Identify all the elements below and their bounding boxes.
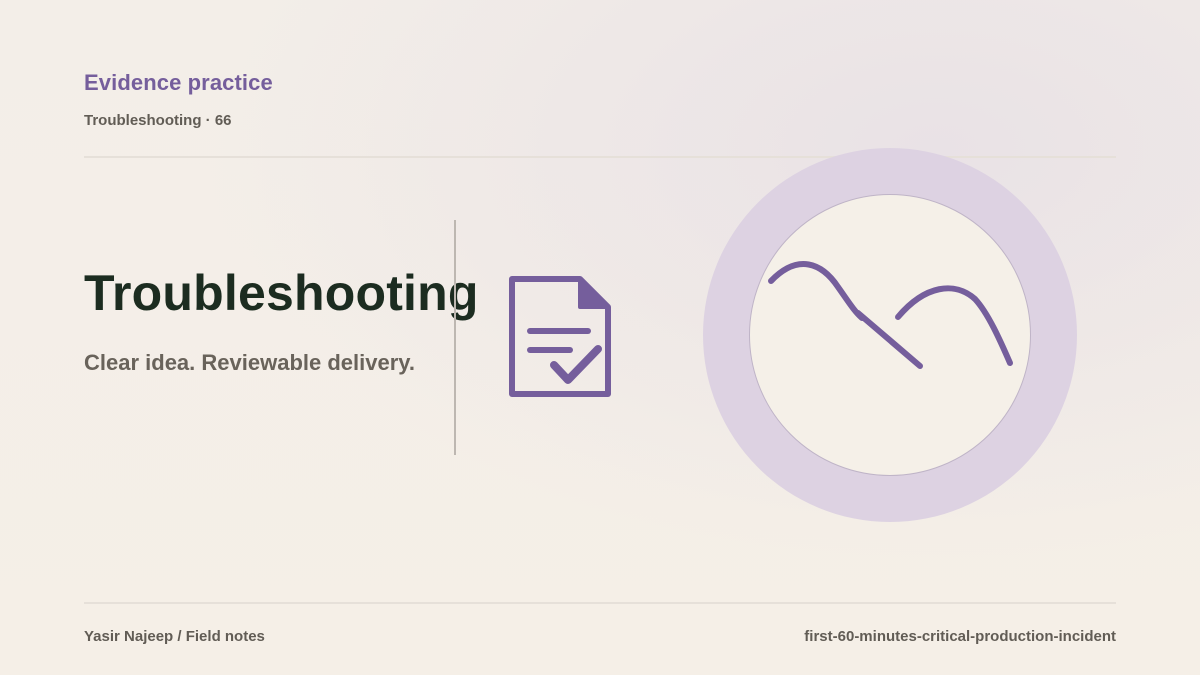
footer-author: Yasir Najeep / Field notes: [84, 628, 265, 645]
page-title: Troubleshooting: [84, 265, 479, 321]
top-divider: [84, 156, 1116, 158]
vertical-divider: [454, 220, 456, 455]
tagline: Clear idea. Reviewable delivery.: [84, 350, 415, 375]
document-check-icon: [504, 274, 616, 400]
eyebrow-label: Evidence practice: [84, 70, 273, 95]
meta-label: Troubleshooting · 66: [84, 112, 232, 129]
bottom-divider: [84, 602, 1116, 604]
footer-slug: first-60-minutes-critical-production-inc…: [804, 628, 1116, 645]
illustration-disc: [749, 194, 1031, 476]
wave-line-icon: [768, 261, 1013, 369]
